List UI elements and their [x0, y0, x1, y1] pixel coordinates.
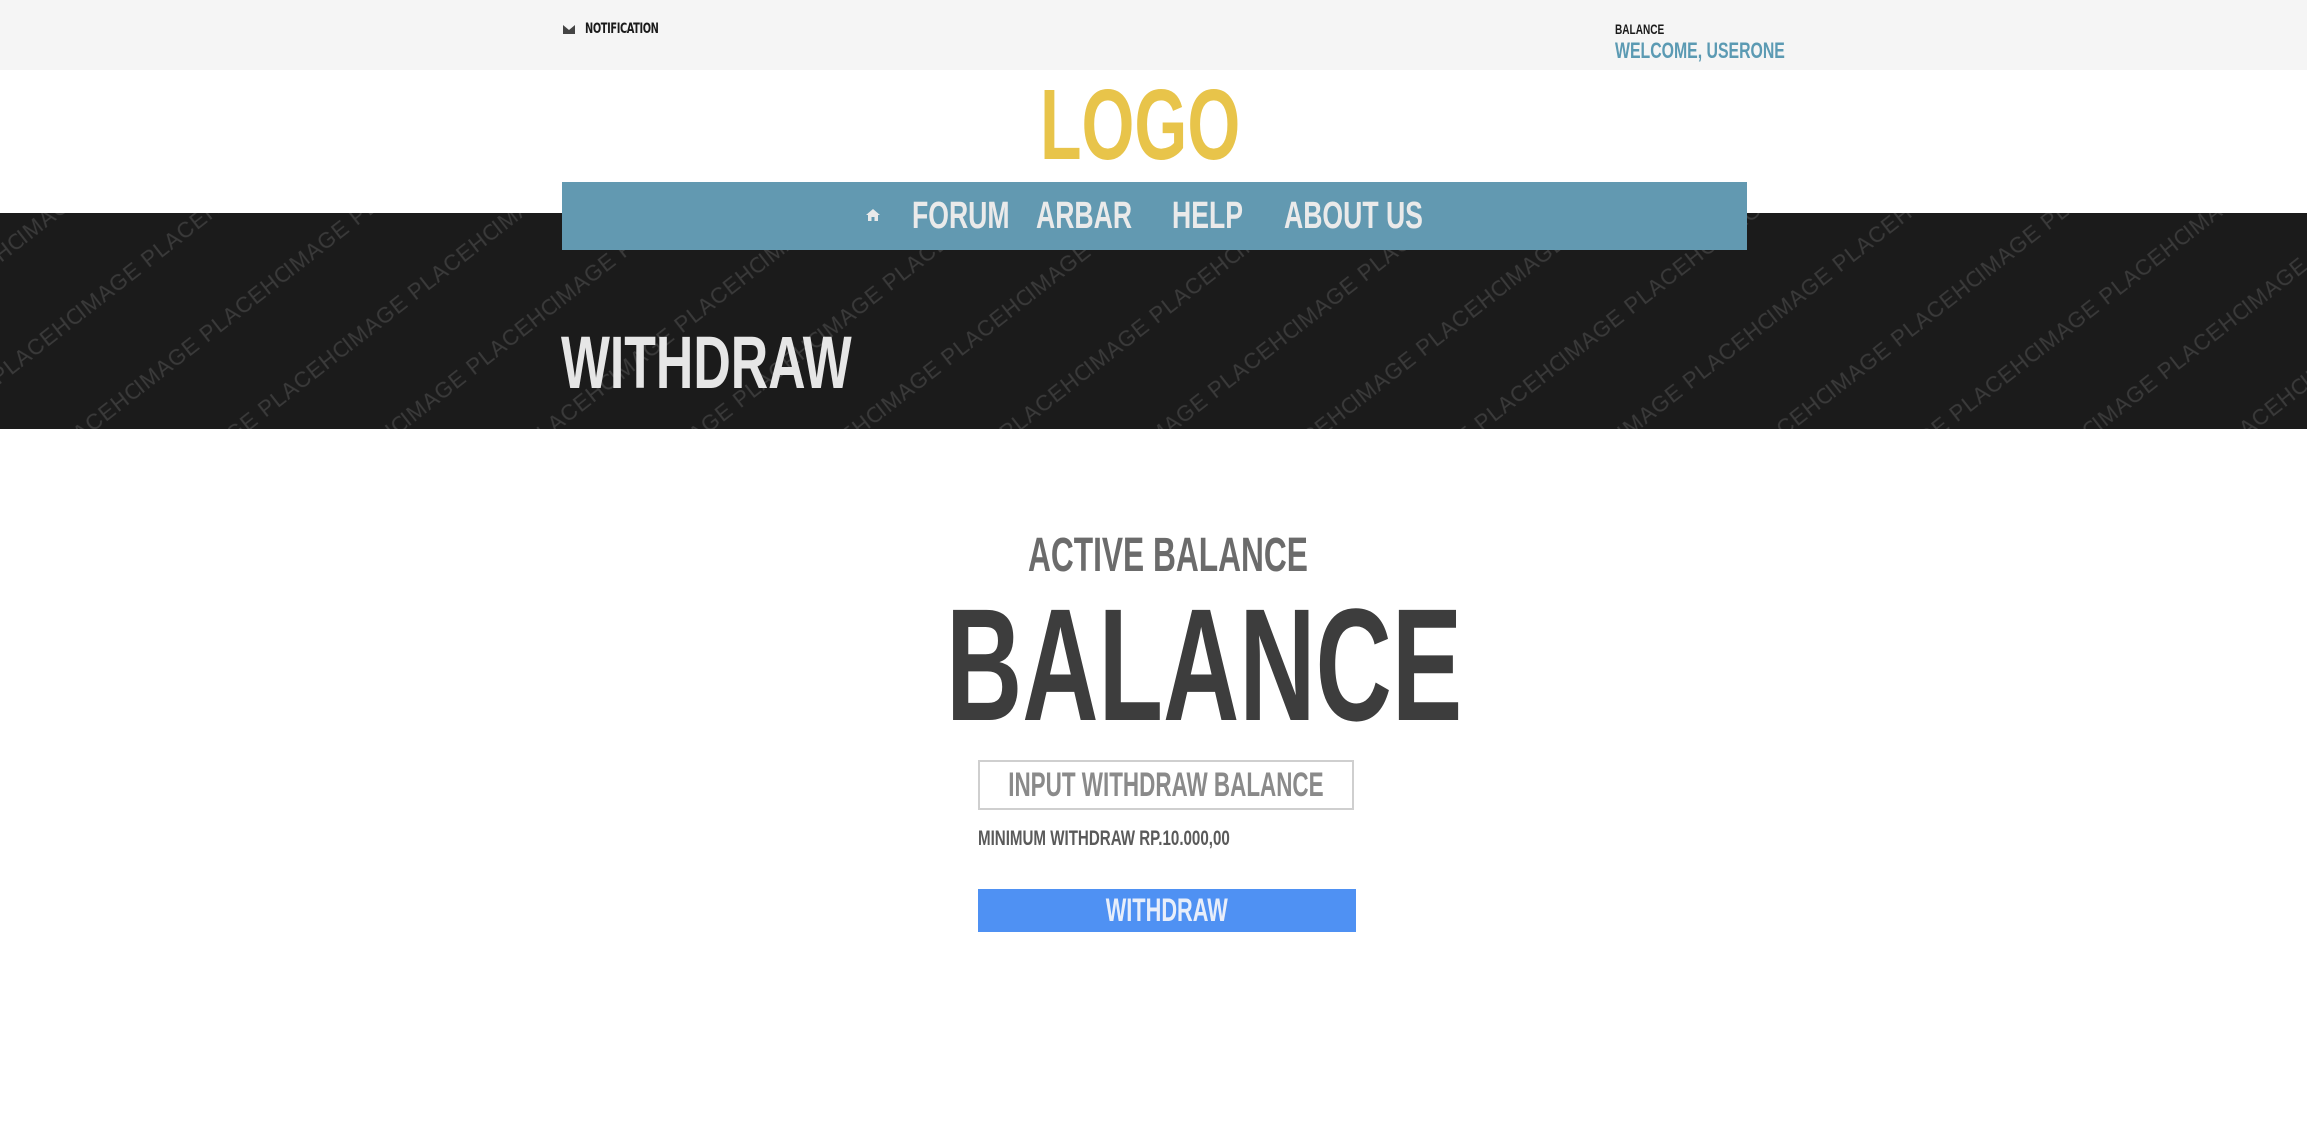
- withdraw-button-label: WITHDRAW: [1105, 892, 1229, 928]
- page-title: WITHDRAW: [561, 321, 852, 404]
- nav-item-help[interactable]: HELP: [1172, 194, 1243, 238]
- balance-label: BALANCE: [1615, 21, 1665, 37]
- withdraw-amount-input[interactable]: [978, 760, 1354, 810]
- withdraw-button[interactable]: WITHDRAW: [978, 889, 1356, 932]
- envelope-icon: [563, 24, 575, 34]
- minimum-withdraw-note: MINIMUM WITHDRAW RP.10.000,00: [978, 827, 1230, 850]
- top-bar: NOTIFICATION BALANCE WELCOME, USERONE: [0, 0, 2307, 70]
- balance-value: BALANCE: [946, 575, 1463, 754]
- nav-item-forum[interactable]: FORUM: [912, 194, 1010, 238]
- notification-label: NOTIFICATION: [585, 21, 659, 37]
- notification-link[interactable]: NOTIFICATION: [563, 21, 679, 37]
- welcome-text[interactable]: WELCOME, USERONE: [1615, 38, 1785, 64]
- home-icon[interactable]: [865, 207, 881, 223]
- nav-item-arbar[interactable]: ARBAR: [1036, 194, 1132, 238]
- site-logo[interactable]: LOGO: [1040, 70, 1240, 180]
- main-nav: FORUM ARBAR HELP ABOUT US: [562, 182, 1747, 250]
- user-box: BALANCE WELCOME, USERONE: [1615, 21, 1851, 64]
- nav-item-about-us[interactable]: ABOUT US: [1284, 194, 1423, 238]
